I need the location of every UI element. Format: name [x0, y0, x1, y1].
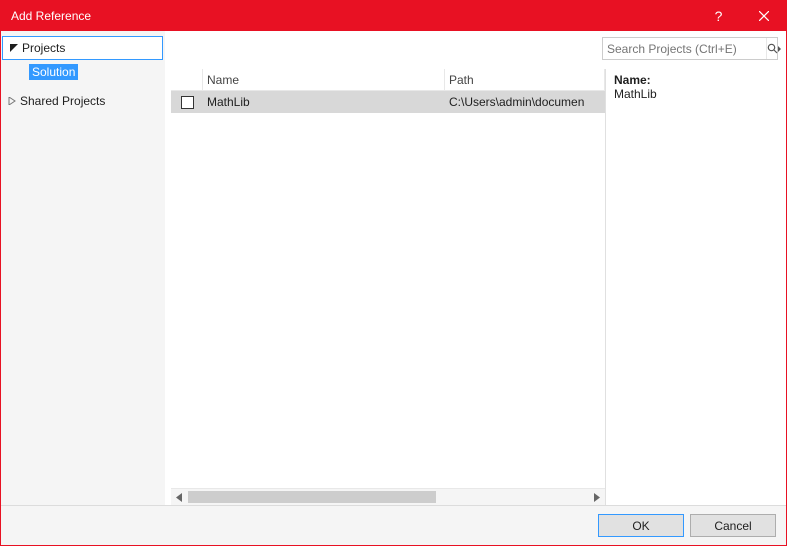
list-header-row: Name Path: [171, 69, 605, 91]
reference-list: Name Path MathLib C:\Users\admin\documen: [171, 69, 606, 505]
cancel-button-label: Cancel: [714, 519, 751, 533]
search-box[interactable]: [602, 37, 778, 60]
expander-collapsed-icon: [7, 96, 17, 106]
details-name-label: Name:: [614, 73, 778, 87]
titlebar: Add Reference ?: [1, 1, 786, 31]
nav-solution-label: Solution: [29, 64, 78, 80]
cancel-button[interactable]: Cancel: [690, 514, 776, 537]
nav-solution[interactable]: Solution: [1, 61, 165, 83]
scroll-right-icon[interactable]: [588, 489, 605, 506]
search-icon-button[interactable]: [766, 38, 781, 59]
horizontal-scrollbar[interactable]: [171, 488, 605, 505]
dialog-window: Add Reference ? Projects Solution: [0, 0, 787, 546]
column-header-name[interactable]: Name: [203, 69, 445, 90]
list-row[interactable]: MathLib C:\Users\admin\documen: [171, 91, 605, 113]
nav-projects[interactable]: Projects: [2, 36, 163, 60]
nav-shared-projects[interactable]: Shared Projects: [1, 89, 165, 113]
search-input[interactable]: [603, 42, 766, 56]
row-checkbox[interactable]: [181, 96, 194, 109]
nav-shared-label: Shared Projects: [20, 94, 105, 108]
close-icon: [759, 11, 769, 21]
row-name: MathLib: [203, 95, 445, 109]
ok-button[interactable]: OK: [598, 514, 684, 537]
search-icon: [767, 43, 781, 55]
close-button[interactable]: [741, 1, 786, 31]
help-icon: ?: [715, 8, 723, 24]
scroll-thumb[interactable]: [188, 491, 436, 503]
ok-button-label: OK: [632, 519, 649, 533]
details-name-value: MathLib: [614, 87, 778, 101]
row-path: C:\Users\admin\documen: [445, 95, 605, 109]
help-button[interactable]: ?: [696, 1, 741, 31]
scroll-track[interactable]: [188, 489, 588, 506]
window-title: Add Reference: [1, 9, 91, 23]
dialog-footer: OK Cancel: [1, 505, 786, 545]
nav-projects-label: Projects: [22, 41, 65, 55]
category-tree: Projects Solution Shared Projects: [1, 31, 165, 505]
scroll-left-icon[interactable]: [171, 489, 188, 506]
details-pane: Name: MathLib: [606, 69, 786, 505]
column-header-path[interactable]: Path: [445, 69, 605, 90]
expander-icon: [9, 43, 19, 53]
